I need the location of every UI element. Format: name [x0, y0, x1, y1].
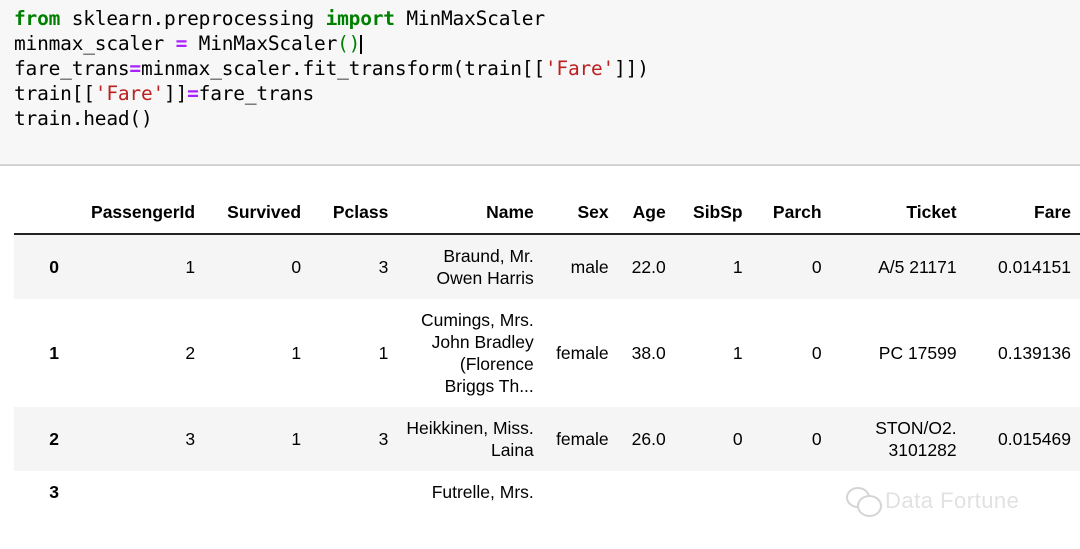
cell-survived: [204, 471, 311, 513]
code-token-operator: =: [129, 57, 141, 80]
table-row: 2 3 1 3 Heikkinen, Miss. Laina female 26.0 0 0 ST…: [14, 407, 1080, 471]
cell-age: 26.0: [617, 407, 675, 471]
cell-survived: 1: [204, 407, 311, 471]
cell-pclass: [310, 471, 398, 513]
column-header-sibsp: SibSp: [674, 196, 752, 235]
code-token-string: 'Fare': [94, 82, 165, 105]
cell-parch: [751, 471, 831, 513]
column-header-parch: Parch: [751, 196, 831, 235]
table-header-row: PassengerId Survived Pclass Name Sex Age…: [14, 196, 1080, 235]
cell-parch: 0: [751, 299, 831, 407]
cell-passengerid: 2: [68, 299, 205, 407]
cell-fare: [965, 471, 1080, 513]
cell-age: 38.0: [617, 299, 675, 407]
column-header-age: Age: [617, 196, 675, 235]
cell-fare: 0.014151: [965, 234, 1080, 299]
table-row: 0 1 0 3 Braund, Mr. Owen Harris male 22.0 1 0 A/5…: [14, 234, 1080, 299]
code-token-paren: (): [337, 32, 361, 55]
dataframe-table: PassengerId Survived Pclass Name Sex Age…: [14, 196, 1080, 513]
cell-passengerid: 3: [68, 407, 205, 471]
cell-ticket: PC 17599: [830, 299, 966, 407]
cell-age: 22.0: [617, 234, 675, 299]
code-token-string: 'Fare': [544, 57, 615, 80]
code-token-plain: fare_trans: [14, 57, 130, 80]
code-cell[interactable]: from sklearn.preprocessing import MinMax…: [0, 0, 1080, 166]
cell-pclass: 1: [310, 299, 398, 407]
cell-age: [617, 471, 675, 513]
code-token-operator: =: [175, 32, 188, 55]
cell-sibsp: 0: [674, 407, 752, 471]
row-index: 3: [14, 471, 69, 513]
cell-pclass: 3: [310, 407, 398, 471]
code-text[interactable]: from sklearn.preprocessing import MinMax…: [14, 6, 1080, 131]
column-header-name: Name: [397, 196, 543, 235]
cell-name: Cumings, Mrs. John Bradley (Florence Bri…: [397, 299, 543, 407]
cell-passengerid: [68, 471, 205, 513]
cell-parch: 0: [751, 234, 831, 299]
cell-survived: 0: [204, 234, 311, 299]
cell-sex: [542, 471, 618, 513]
column-header-sex: Sex: [542, 196, 618, 235]
cell-sibsp: [674, 471, 752, 513]
column-header-survived: Survived: [204, 196, 311, 235]
table-row: 1 2 1 1 Cumings, Mrs. John Bradley (Florence…: [14, 299, 1080, 407]
row-index: 2: [14, 407, 69, 471]
code-token-keyword: import: [325, 7, 395, 30]
table-row: 3 Futrelle, Mrs.: [14, 471, 1080, 513]
column-header-ticket: Ticket: [830, 196, 966, 235]
code-token-plain: MinMaxScaler: [187, 32, 338, 55]
cell-sex: male: [542, 234, 618, 299]
cell-sibsp: 1: [674, 234, 752, 299]
column-header-pclass: Pclass: [310, 196, 398, 235]
dataframe-output: PassengerId Survived Pclass Name Sex Age…: [14, 196, 1080, 513]
cell-sex: female: [542, 299, 618, 407]
cell-name: Heikkinen, Miss. Laina: [397, 407, 543, 471]
cell-parch: 0: [751, 407, 831, 471]
cell-ticket: [830, 471, 966, 513]
code-token-plain: minmax_scaler.fit_transform(train[[: [140, 57, 545, 80]
code-token-caret: [360, 35, 363, 54]
cell-name: Futrelle, Mrs.: [397, 471, 543, 513]
code-token-plain: MinMaxScaler: [394, 7, 545, 30]
column-header-passengerid: PassengerId: [68, 196, 205, 235]
code-token-operator: =: [187, 82, 199, 105]
cell-ticket: STON/O2. 3101282: [830, 407, 966, 471]
code-token-plain: sklearn.preprocessing: [60, 7, 326, 30]
table-body: 0 1 0 3 Braund, Mr. Owen Harris male 22.0 1 0 A/5…: [14, 234, 1080, 513]
column-header-fare: Fare: [965, 196, 1080, 235]
code-token-plain: ]]): [614, 57, 649, 80]
code-token-plain: minmax_scaler: [14, 32, 176, 55]
row-index: 1: [14, 299, 69, 407]
code-token-plain: train[[: [14, 82, 95, 105]
row-index: 0: [14, 234, 69, 299]
cell-name: Braund, Mr. Owen Harris: [397, 234, 543, 299]
code-token-plain: fare_trans: [198, 82, 315, 105]
code-token-plain: train.head(): [14, 107, 153, 130]
code-token-plain: ]]: [164, 82, 188, 105]
cell-fare: 0.139136: [965, 299, 1080, 407]
cell-fare: 0.015469: [965, 407, 1080, 471]
cell-survived: 1: [204, 299, 311, 407]
cell-passengerid: 1: [68, 234, 205, 299]
code-token-keyword: from: [14, 7, 61, 30]
cell-sibsp: 1: [674, 299, 752, 407]
column-header-index: [14, 196, 69, 235]
cell-ticket: A/5 21171: [830, 234, 966, 299]
table-header: PassengerId Survived Pclass Name Sex Age…: [14, 196, 1080, 235]
cell-sex: female: [542, 407, 618, 471]
cell-pclass: 3: [310, 234, 398, 299]
